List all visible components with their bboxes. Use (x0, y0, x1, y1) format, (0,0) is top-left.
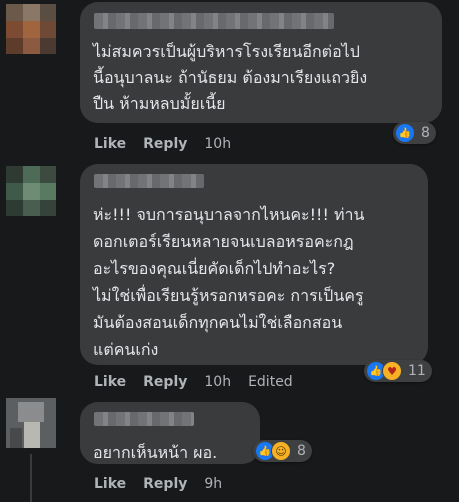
reaction-count: 8 (421, 125, 430, 141)
reply-button[interactable]: Reply (143, 136, 187, 152)
like-button[interactable]: Like (94, 136, 126, 152)
author-name[interactable] (94, 174, 204, 188)
comment-bubble: อยากเห็นหน้า ผอ. (80, 402, 260, 464)
comment-actions: Like Reply 10h (94, 136, 231, 152)
like-button[interactable]: Like (94, 476, 126, 492)
comment-text-line: ปืน ห้ามหลบมั้ยเนี้ย (93, 94, 226, 113)
timestamp[interactable]: 10h (204, 374, 231, 390)
comment-bubble: ไม่สมควรเป็นผู้บริหารโรงเรียนอีกต่อไป นี… (80, 2, 442, 123)
edited-label[interactable]: Edited (248, 374, 293, 390)
comment-1: ไม่สมควรเป็นผู้บริหารโรงเรียนอีกต่อไป นี… (0, 0, 459, 160)
comment-text-line: ดอกเตอร์เรียนหลายจนเบลอหรอคะกฎ (93, 232, 354, 251)
reactions-summary[interactable]: 👍 ☺ 8 (253, 440, 312, 462)
comment-text-line: มันต้องสอนเด็กทุกคนไม่ใช่เลือกสอน (93, 313, 343, 332)
reaction-count: 11 (408, 363, 426, 379)
comment-actions: Like Reply 10h Edited (94, 374, 293, 390)
reply-button[interactable]: Reply (143, 374, 187, 390)
reactions-summary[interactable]: 👍 8 (393, 122, 436, 144)
comment-text-line: อะไรของคุณเนี่ยคัดเด็กไปทำอะไร? (93, 259, 336, 278)
thread-line (30, 454, 32, 502)
comment-bubble: ห่ะ!!! จบการอนุบาลจากไหนคะ!!! ท่าน ดอกเต… (80, 164, 428, 365)
comment-text-line: แต่คนเก่ง (93, 340, 159, 359)
reactions-summary[interactable]: 👍 ♥ 11 (364, 360, 432, 382)
like-button[interactable]: Like (94, 374, 126, 390)
comment-3: อยากเห็นหน้า ผอ. 👍 ☺ 8 Like Reply 9h (0, 398, 459, 502)
comment-text-line: ไม่ใช่เพื่อเรียนรู้หรอกหรอคะ การเป็นครู (93, 286, 364, 305)
timestamp[interactable]: 9h (204, 476, 222, 492)
avatar[interactable] (6, 398, 56, 448)
author-name[interactable] (94, 412, 194, 426)
reply-button[interactable]: Reply (143, 476, 187, 492)
comment-text-line: ไม่สมควรเป็นผู้บริหารโรงเรียนอีกต่อไป (93, 42, 360, 61)
avatar[interactable] (6, 4, 56, 54)
author-name[interactable] (94, 13, 334, 29)
avatar[interactable] (6, 166, 56, 216)
comment-text-line: นี้อนุบาลนะ ถ้านัธยม ต้องมาเรียงแถวยิง (93, 68, 368, 87)
haha-icon: ☺ (271, 441, 291, 461)
reaction-count: 8 (297, 443, 306, 459)
like-icon: 👍 (395, 123, 415, 143)
timestamp[interactable]: 10h (204, 136, 231, 152)
comment-2: ห่ะ!!! จบการอนุบาลจากไหนคะ!!! ท่าน ดอกเต… (0, 160, 459, 398)
comment-text-line: ห่ะ!!! จบการอนุบาลจากไหนคะ!!! ท่าน (93, 205, 365, 224)
comment-text-line: อยากเห็นหน้า ผอ. (93, 443, 218, 462)
comment-actions: Like Reply 9h (94, 476, 222, 492)
care-icon: ♥ (382, 361, 402, 381)
